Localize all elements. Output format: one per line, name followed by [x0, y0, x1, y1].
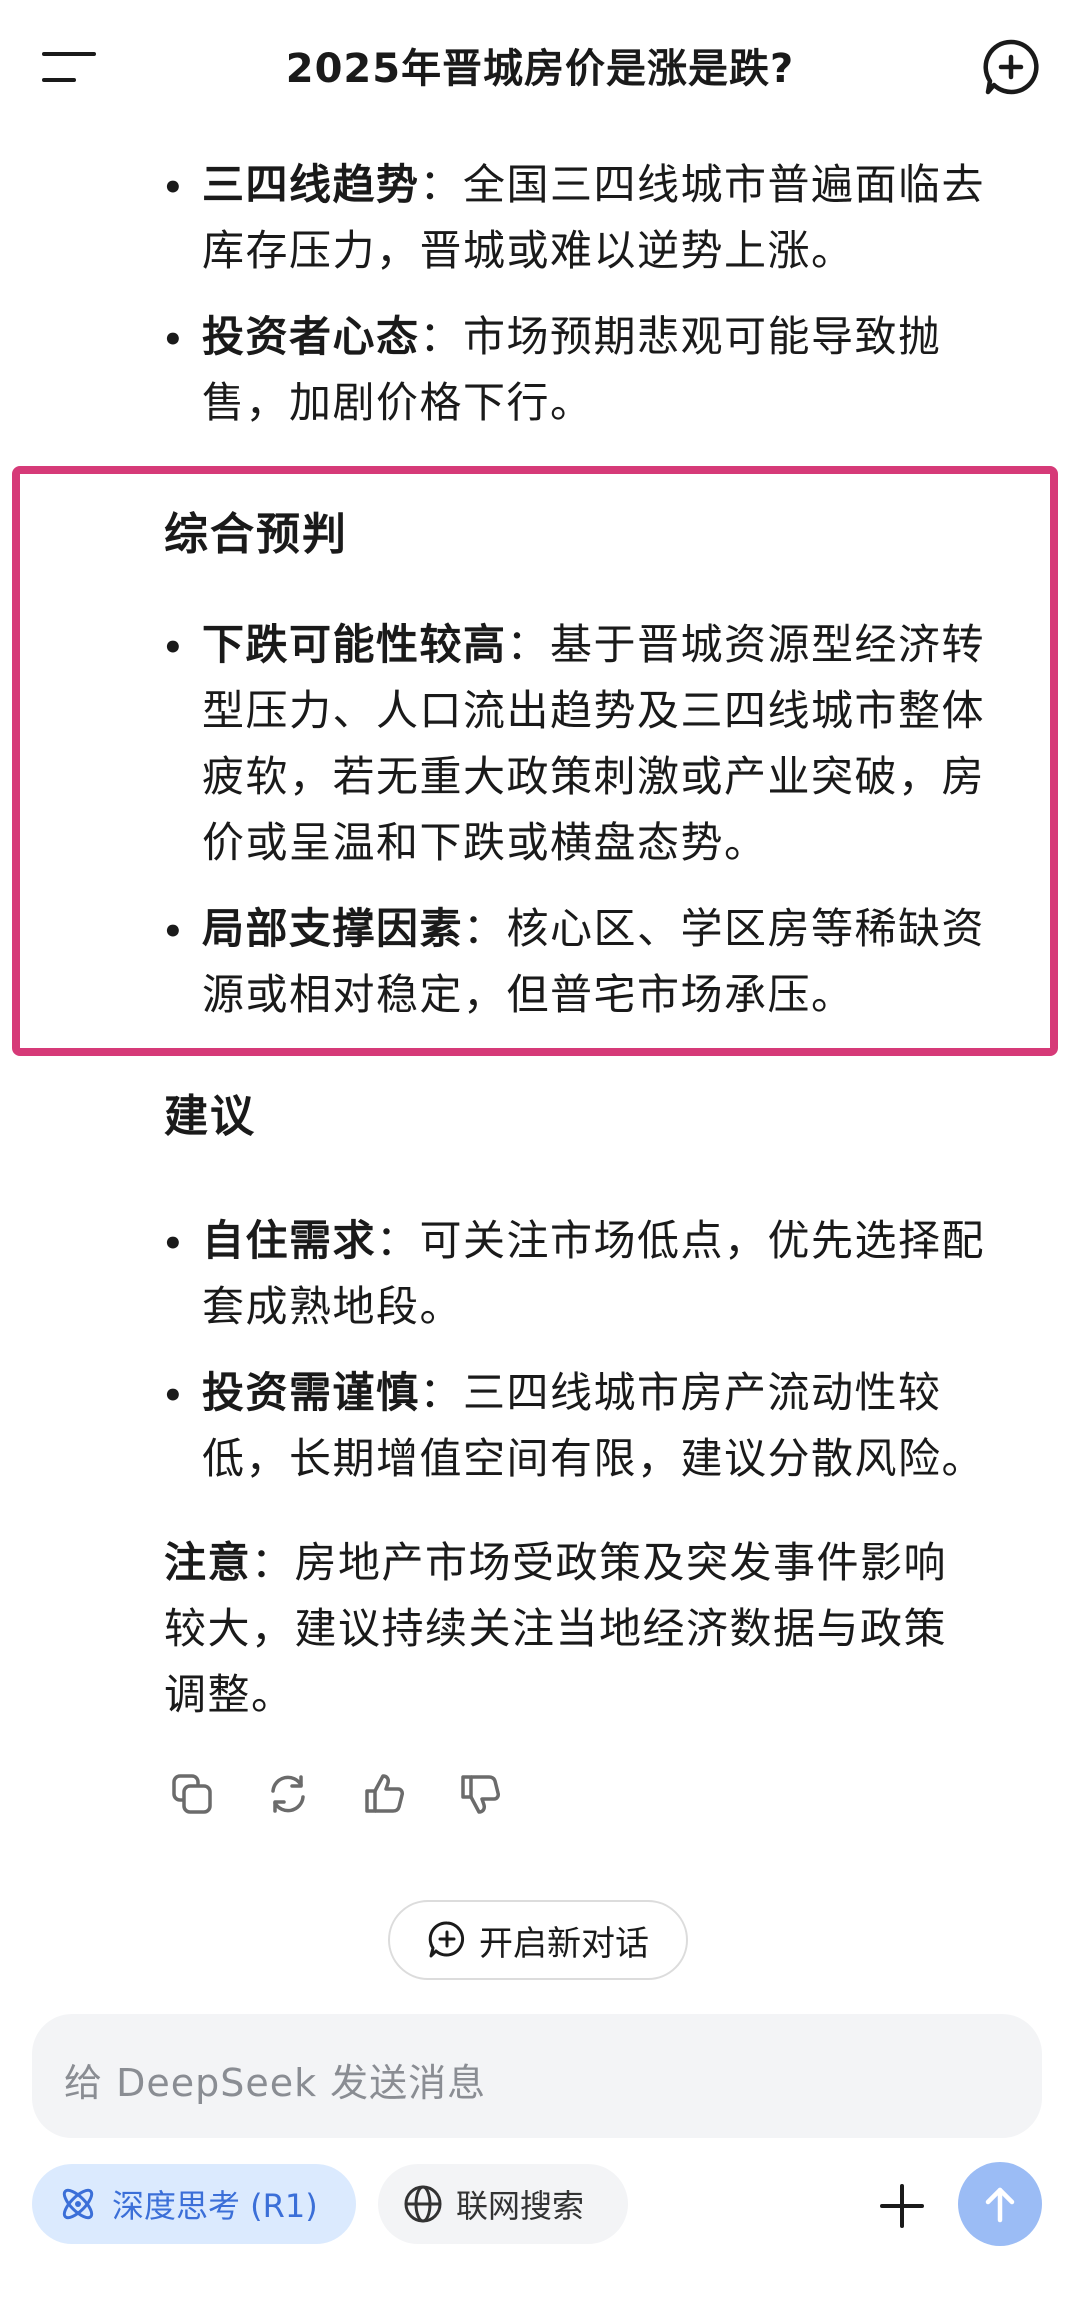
- deep-think-label: 深度思考 (R1): [112, 2187, 318, 2225]
- bullet: •: [162, 320, 184, 360]
- note-term: 注意: [164, 1538, 252, 1587]
- deep-think-toggle[interactable]: 深度思考 (R1): [32, 2164, 356, 2244]
- bullet: •: [162, 168, 184, 208]
- message-actions: [166, 1768, 506, 1824]
- list-item: 三四线趋势：全国三四线城市普遍面临去 库存压力，晋城或难以逆势上涨。: [202, 160, 986, 275]
- bullet: •: [162, 628, 184, 668]
- page-title: 2025年晋城房价是涨是跌?: [285, 46, 795, 92]
- item-term: 投资者心态: [202, 312, 420, 361]
- copy-icon: [172, 1774, 212, 1814]
- new-chat-icon[interactable]: [980, 36, 1042, 98]
- dislike-button[interactable]: [454, 1768, 506, 1820]
- plus-icon: [880, 2184, 924, 2228]
- bullet: •: [162, 912, 184, 952]
- thumbs-up-icon: [365, 1774, 404, 1813]
- list-item: 投资者心态：市场预期悲观可能导致抛 售，加剧价格下行。: [202, 312, 942, 427]
- regenerate-button[interactable]: [262, 1768, 314, 1820]
- bullet: •: [162, 1224, 184, 1264]
- new-chat-icon: [428, 1921, 465, 1958]
- send-button[interactable]: [958, 2162, 1042, 2246]
- section-heading-advice: 建议: [164, 1091, 256, 1142]
- message-input-placeholder: 给 DeepSeek 发送消息: [64, 2061, 487, 2105]
- list-item: 投资需谨慎：三四线城市房产流动性较 低，长期增值空间有限，建议分散风险。: [202, 1368, 986, 1483]
- item-term: 下跌可能性较高: [202, 620, 507, 669]
- bullet: •: [162, 1376, 184, 1416]
- like-button[interactable]: [358, 1768, 410, 1820]
- web-search-label: 联网搜索: [456, 2187, 585, 2225]
- item-term: 自住需求: [202, 1216, 377, 1265]
- note-paragraph: 注意：房地产市场受政策及突发事件影响 较大，建议持续关注当地经济数据与政策 调整…: [164, 1538, 948, 1719]
- new-chat-label: 开启新对话: [479, 1923, 649, 1964]
- top-bar: 2025年晋城房价是涨是跌?: [0, 0, 1080, 132]
- item-term: 局部支撑因素: [202, 904, 464, 953]
- attach-button[interactable]: [862, 2166, 942, 2246]
- list-item: 下跌可能性较高：基于晋城资源型经济转 型压力、人口流出趋势及三四线城市整体 疲软…: [202, 620, 986, 867]
- new-chat-button[interactable]: 开启新对话: [388, 1900, 688, 1980]
- list-item: 自住需求：可关注市场低点，优先选择配 套成熟地段。: [202, 1216, 986, 1331]
- thumbs-down-icon: [461, 1775, 500, 1814]
- item-term: 三四线趋势: [202, 160, 420, 209]
- web-search-toggle[interactable]: 联网搜索: [378, 2164, 628, 2244]
- regenerate-icon: [271, 1775, 305, 1813]
- item-term: 投资需谨慎: [202, 1368, 420, 1417]
- globe-icon: [404, 2185, 442, 2223]
- copy-button[interactable]: [166, 1768, 218, 1820]
- arrow-up-icon: [985, 2187, 1015, 2223]
- list-item: 局部支撑因素：核心区、学区房等稀缺资 源或相对稳定，但普宅市场承压。: [202, 904, 986, 1019]
- message-input[interactable]: 给 DeepSeek 发送消息: [32, 2014, 1042, 2138]
- atom-icon: [62, 2188, 94, 2220]
- section-heading-forecast: 综合预判: [164, 509, 348, 560]
